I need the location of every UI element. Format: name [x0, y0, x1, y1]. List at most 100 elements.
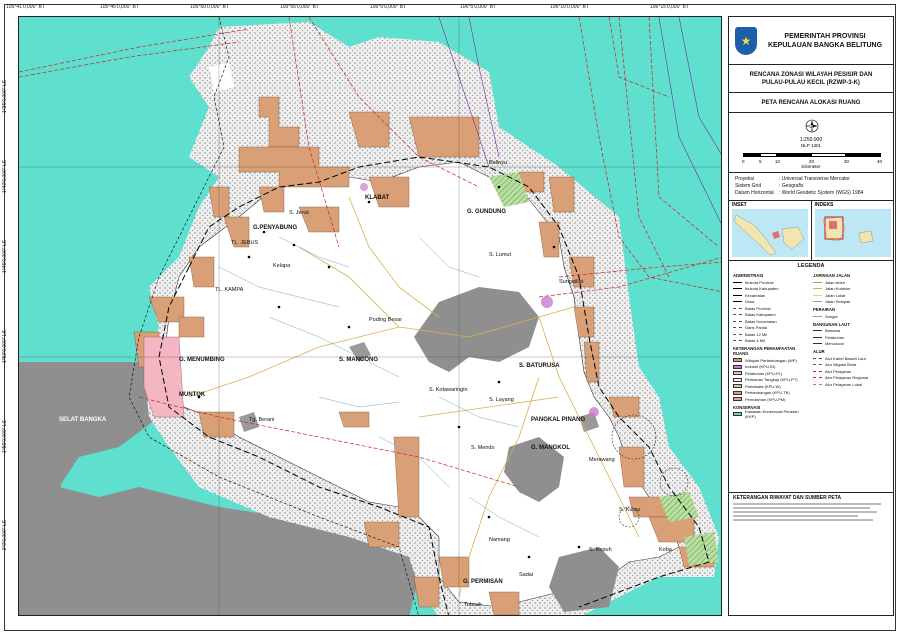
coord-longitude: 106°0'0,000" BT [370, 4, 407, 10]
legend-line-symbol [733, 340, 742, 342]
legend-line-symbol [813, 336, 822, 338]
province-emblem-icon: ★ [735, 26, 757, 55]
proj-key: Sistem Grid [735, 183, 762, 189]
legend-item-label: Alur Pelayaran Lokal [825, 381, 862, 387]
label-lumut: S. Lumut [489, 252, 512, 258]
legend-item-label: Perikanan Tangkap (KPU-PT) [745, 377, 798, 383]
legend-line-symbol [813, 281, 822, 283]
inset-maps: INSET INDEKS [729, 201, 893, 261]
proj-value: : Geografis [779, 183, 804, 189]
legend-item-label: Ibukota Kabupaten [745, 286, 779, 292]
label-baturusa: S. BATURUSA [519, 363, 560, 369]
legend-line-symbol [813, 370, 822, 372]
legend-heading: JARINGAN JALAN [813, 273, 850, 278]
map-subtitle: PETA RENCANA ALOKASI RUANG [729, 93, 893, 113]
legend-item-label: Kawasan Konservasi Perairan (KKP) [745, 408, 799, 419]
legend-item: Batas 4 Mil [733, 338, 809, 345]
inset-map: INSET [729, 201, 812, 260]
north-arrow-icon [805, 119, 819, 133]
label-sadai: Sadai [519, 572, 534, 578]
map-source: KETERANGAN RIWAYAT DAN SUMBER PETA [729, 493, 893, 526]
legend-item-label: Industri (KPU-IN) [745, 364, 776, 370]
coord-latitude: 2°0'0,000" LS [2, 520, 8, 551]
scale-bar [743, 153, 881, 157]
projection-info: Proyeksi: Universal Transverse Mercator … [729, 173, 893, 201]
coord-latitude: 1°40'0,000" LS [2, 160, 8, 194]
label-mendo: S. Mendo [471, 445, 495, 451]
legend-line-symbol [733, 294, 742, 296]
legend-item-label: Jalan Lokal [825, 292, 846, 298]
legend-swatch [733, 377, 742, 382]
coord-longitude: 105°45'0,000" BT [100, 4, 139, 10]
map-title: RENCANA ZONASI WILAYAH PESISIR DAN PULAU… [729, 65, 893, 93]
legend-line-symbol [733, 314, 742, 316]
label-kepuh: S. Kepuh [589, 547, 612, 553]
coord-latitude: 1°45'0,000" LS [2, 240, 8, 274]
legend-item-label: Alur Pelayaran Regional [825, 375, 869, 381]
legend-item-label: Alur Pelayaran [825, 368, 852, 374]
legend-item-label: Wilayah Pertambangan (WP) [745, 357, 797, 363]
legend-line-symbol [813, 301, 822, 303]
legend-item-label: Jalan Kolektor [825, 286, 851, 292]
coord-latitude: 1°50'0,000" LS [2, 330, 8, 364]
legend-item-label: Desa [745, 299, 755, 305]
label-penyabung: G.PENYABUNG [253, 225, 298, 231]
legend-item-label: Bandara [825, 328, 841, 334]
legend-line-symbol [733, 327, 742, 329]
industry-site-3 [360, 183, 368, 191]
label-sijuk: S. Jeruk [289, 210, 310, 216]
label-kelapa: Kelapa [273, 263, 291, 269]
label-layang: S. Layang [489, 397, 514, 403]
legend-item: Perikanan Tangkap (KPU-PT) [733, 377, 809, 384]
index-drawing [814, 209, 891, 257]
source-title: KETERANGAN RIWAYAT DAN SUMBER PETA [733, 495, 842, 501]
title-line-1: RENCANA ZONASI WILAYAH PESISIR DAN [749, 72, 873, 78]
legend-item-label: Pelabuhan [825, 334, 845, 340]
coord-corner: 105°41'0,000" BT [6, 4, 45, 10]
legend-item-label: Batas 12 Mil [745, 331, 768, 337]
legend-heading: PERAIRAN [813, 307, 835, 312]
legend-line-symbol [813, 315, 822, 317]
legend-swatch [733, 390, 742, 395]
legend-swatch [733, 397, 742, 402]
proj-key: Proyeksi [735, 176, 755, 182]
label-toboali: Toboali [464, 602, 482, 608]
legend-item: Sungai [813, 313, 889, 320]
coord-longitude: 106°5'0,000" BT [460, 4, 497, 10]
scale-note: NLP 1301 [801, 143, 821, 148]
legend-line-symbol [733, 307, 742, 309]
industry-site [541, 296, 553, 308]
legend-item-label: Alur Kabel Bawah Laut [825, 355, 866, 361]
label-tg-berani: Tg. Berani [249, 417, 275, 423]
legend-line-symbol [733, 301, 742, 303]
label-permisan: G. PERMISAN [463, 579, 503, 585]
legend-line-symbol [813, 364, 822, 366]
label-sungailiat: Sungailiat [559, 279, 584, 285]
legend-line-symbol [813, 383, 822, 385]
label-selat-bangka: SELAT BANGKA [59, 417, 107, 423]
org-line-2: KEPULAUAN BANGKA BELITUNG [767, 41, 883, 49]
label-kampa: TL. KAMPA [215, 287, 244, 293]
label-koba: Koba [659, 547, 672, 553]
proj-value: : Universal Transverse Mercator [779, 176, 850, 182]
index-map: INDEKS [812, 201, 894, 260]
coord-longitude: 106°10'0,000" BT [550, 4, 589, 10]
inset-title: INSET [732, 202, 747, 208]
legend-line-symbol [733, 288, 742, 290]
legend-swatch [733, 358, 742, 363]
coord-longitude: 105°55'0,000" BT [280, 4, 319, 10]
legend-item-label: Jalan Setapak [825, 299, 851, 305]
label-jebus: TL. JEBUS [231, 240, 259, 246]
index-title: INDEKS [814, 202, 834, 208]
coord-longitude: 105°50'0,000" BT [190, 4, 229, 10]
legend-line-symbol [813, 294, 822, 296]
legend-title: LEGENDA [797, 263, 825, 269]
legend-item-label: Batas Kecamatan [745, 318, 777, 324]
legend-swatch [733, 364, 742, 369]
map-canvas[interactable]: KLABAT G. GUNDUNG G.PENYABUNG G. MANGKOL… [18, 16, 722, 616]
legend-line-symbol [733, 281, 742, 283]
legend-line-symbol [813, 377, 822, 379]
label-merawang: Merawang [589, 457, 615, 463]
coord-longitude: 106°15'0,000" BT [650, 4, 689, 10]
legend-item-label: Garis Pantai [745, 325, 768, 331]
